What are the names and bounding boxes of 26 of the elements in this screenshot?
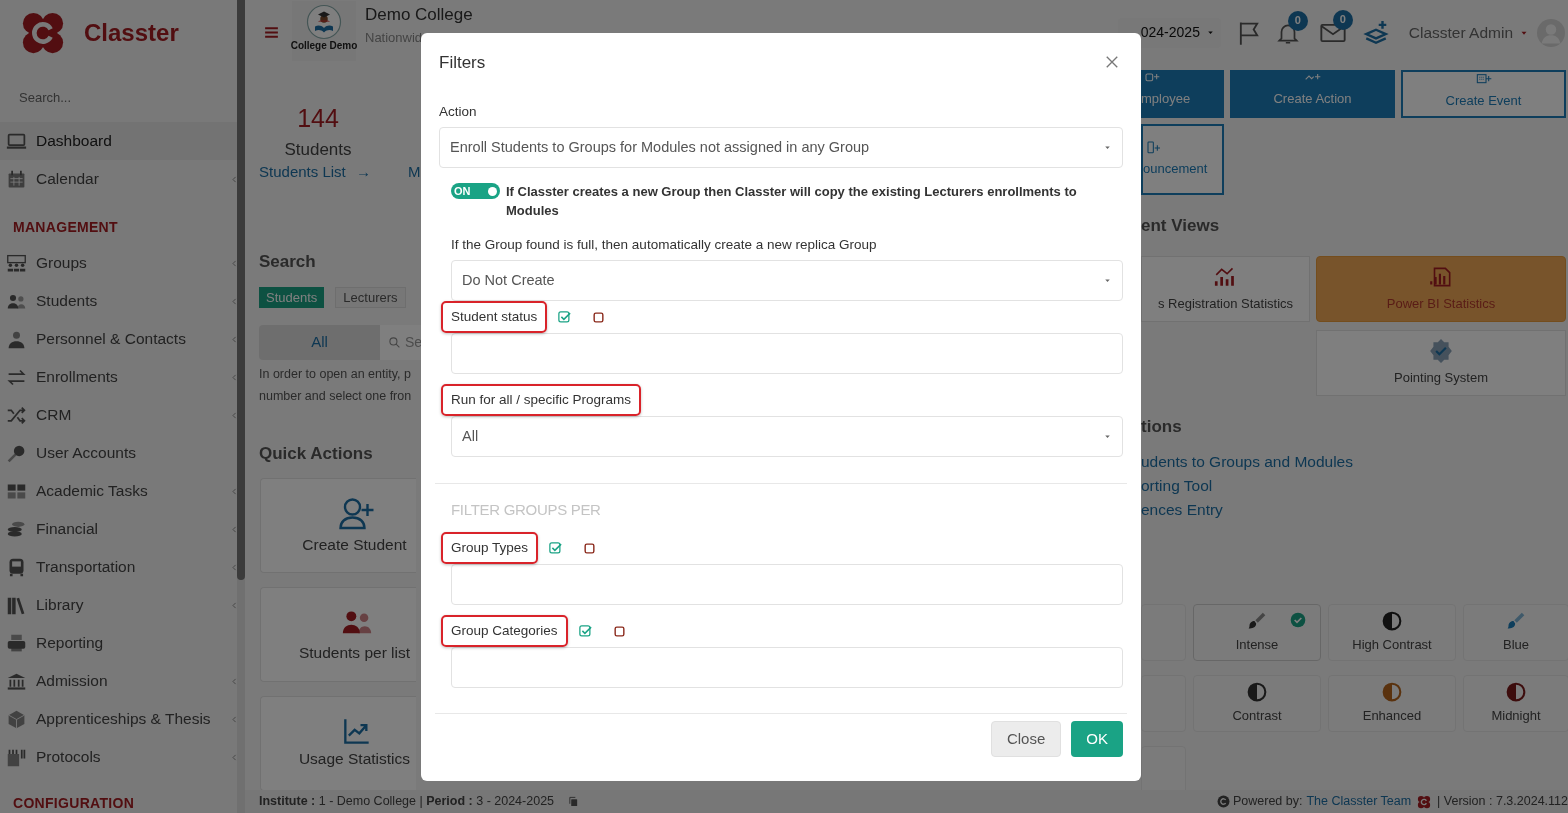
field-label: Group Categories: [441, 615, 568, 647]
college-title: Demo College: [365, 5, 473, 25]
field-label: Run for all / specific Programs: [441, 384, 642, 416]
help-text: In order to open an entity, p: [259, 366, 412, 383]
section-heading: Search: [258, 251, 317, 273]
section-heading: tions: [1141, 416, 1183, 438]
footer-info: Institute : 1 - Demo College | Period : 3 - 2024-2025: [259, 793, 555, 811]
section-title: FILTER GROUPS PER: [451, 501, 601, 518]
section-heading: CONFIGURATION: [12, 794, 136, 813]
logo-caption: College Demo: [290, 39, 358, 52]
field-label: Action: [439, 103, 477, 121]
section-heading: ent Views: [1141, 215, 1221, 237]
section-heading: Quick Actions: [258, 443, 374, 465]
toggle-description: If Classter creates a new Group then Classter will copy the existing Lecturers enrollments to Modules: [506, 183, 1078, 220]
stat-value: 144: [297, 103, 339, 133]
stat-label: Students: [284, 139, 352, 161]
powered-text: Powered by:: [1232, 793, 1303, 811]
help-text: number and select one fron: [259, 388, 413, 405]
message-badge: 0: [1332, 9, 1353, 30]
version-text: | Version : 7.3.2024.112: [1437, 793, 1568, 811]
field-label: Student status: [441, 301, 548, 333]
section-heading: MANAGEMENT: [12, 218, 119, 237]
dialog-title: Filters: [439, 52, 486, 75]
brand-name: Classter: [84, 18, 179, 48]
notification-badge: 0: [1287, 10, 1308, 31]
field-label: If the Group found is full, then automatically create a new replica Group: [451, 236, 877, 254]
